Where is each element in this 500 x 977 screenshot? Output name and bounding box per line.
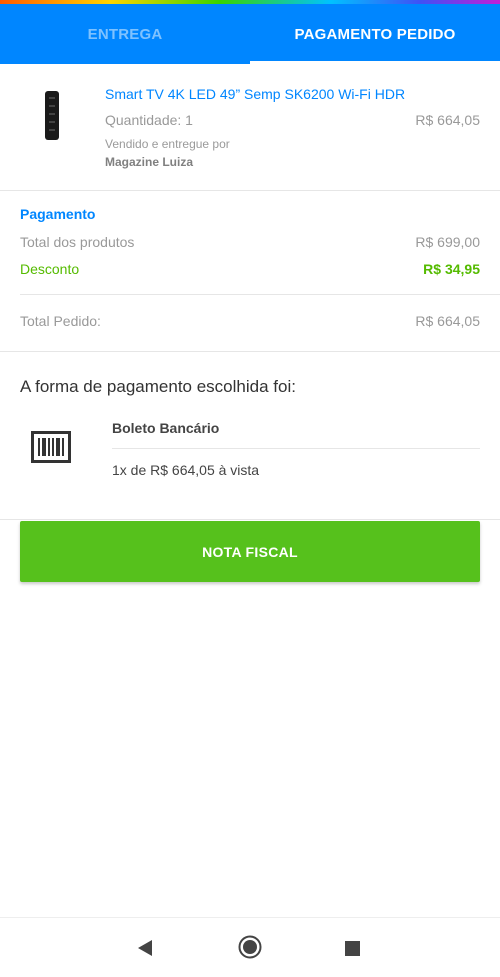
system-nav-bar	[0, 917, 500, 977]
payment-method-name: Boleto Bancário	[112, 420, 220, 436]
payment-method-detail: 1x de R$ 664,05 à vista	[112, 462, 260, 478]
order-total-row: Total Pedido: R$ 664,05	[20, 313, 480, 329]
tab-bar: ENTREGA PAGAMENTO PEDIDO	[0, 4, 500, 64]
invoice-button[interactable]: NOTA FISCAL	[20, 521, 480, 582]
seller-name: Magazine Luiza	[105, 155, 194, 169]
product-quantity: Quantidade: 1	[105, 112, 193, 128]
discount-value: R$ 34,95	[423, 261, 480, 277]
home-icon[interactable]	[238, 935, 262, 959]
total-products-value: R$ 699,00	[415, 234, 480, 250]
total-products-row: Total dos produtos R$ 699,00	[20, 234, 480, 250]
sold-by-label: Vendido e entregue por	[105, 137, 230, 151]
tv-remote-icon	[45, 91, 59, 140]
payment-summary: Pagamento Total dos produtos R$ 699,00 D…	[0, 191, 500, 352]
payment-method: A forma de pagamento escolhida foi: Bole…	[0, 352, 500, 520]
tab-pagamento-pedido[interactable]: PAGAMENTO PEDIDO	[250, 4, 500, 64]
product-card: Smart TV 4K LED 49” Semp SK6200 Wi-Fi HD…	[0, 64, 500, 191]
recents-icon[interactable]	[345, 941, 360, 956]
total-products-label: Total dos produtos	[20, 234, 135, 250]
payment-method-heading: A forma de pagamento escolhida foi:	[20, 377, 296, 396]
discount-label: Desconto	[20, 261, 80, 277]
back-icon[interactable]	[137, 939, 153, 957]
divider	[112, 448, 480, 449]
barcode-icon	[31, 431, 71, 463]
order-total-label: Total Pedido:	[20, 313, 101, 329]
order-total-value: R$ 664,05	[415, 313, 480, 329]
tab-entrega[interactable]: ENTREGA	[0, 4, 250, 64]
product-name[interactable]: Smart TV 4K LED 49” Semp SK6200 Wi-Fi HD…	[105, 86, 405, 102]
divider	[20, 294, 500, 295]
discount-row: Desconto R$ 34,95	[20, 261, 480, 277]
payment-title: Pagamento	[20, 206, 96, 222]
product-price: R$ 664,05	[415, 112, 480, 128]
